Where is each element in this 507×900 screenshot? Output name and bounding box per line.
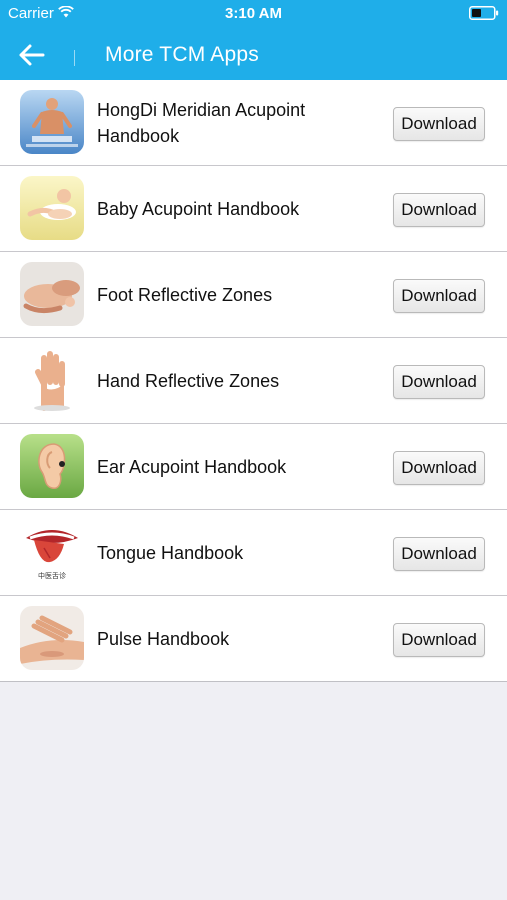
tongue-icon-caption: 中医舌诊 [38,572,66,580]
list-item[interactable]: Pulse Handbook Download [0,596,507,682]
arrow-left-icon [19,44,45,66]
app-name: Tongue Handbook [97,542,244,563]
app-header: Carrier 3:10 AM More TCM Apps [0,0,507,80]
navigation-bar: More TCM Apps [0,28,507,80]
download-button[interactable]: Download [393,193,485,227]
app-name: Hand Reflective Zones [97,370,280,391]
app-name: HongDi Meridian Acupoint Handbook [97,99,306,146]
page-title: More TCM Apps [105,43,259,66]
list-item[interactable]: Hand Reflective Zones Download [0,338,507,424]
list-item[interactable]: 中医舌诊 Tongue Handbook Download [0,510,507,596]
app-name: Foot Reflective Zones [97,284,273,305]
download-button[interactable]: Download [393,451,485,485]
status-bar: Carrier 3:10 AM [0,0,507,28]
status-time: 3:10 AM [225,5,282,22]
app-name: Ear Acupoint Handbook [97,456,287,477]
list-item[interactable]: Foot Reflective Zones Download [0,252,507,338]
ear-acupoint-icon [20,434,84,498]
back-button[interactable] [14,38,48,72]
tongue-icon: 中医舌诊 [20,520,84,584]
hand-reflective-icon [20,348,84,412]
app-name: Baby Acupoint Handbook [97,198,300,219]
foot-reflective-icon [20,262,84,326]
list-item[interactable]: Ear Acupoint Handbook Download [0,424,507,510]
pulse-icon [20,606,84,670]
download-button[interactable]: Download [393,279,485,313]
nav-divider [74,50,75,66]
app-list: HongDi Meridian Acupoint Handbook Downlo… [0,80,507,682]
download-button[interactable]: Download [393,365,485,399]
list-item[interactable]: HongDi Meridian Acupoint Handbook Downlo… [0,80,507,166]
list-item[interactable]: Baby Acupoint Handbook Download [0,166,507,252]
download-button[interactable]: Download [393,537,485,571]
download-button[interactable]: Download [393,107,485,141]
meridian-acupoint-icon [20,90,84,154]
baby-acupoint-icon [20,176,84,240]
battery-icon [469,6,499,20]
app-name: Pulse Handbook [97,628,230,649]
download-button[interactable]: Download [393,623,485,657]
